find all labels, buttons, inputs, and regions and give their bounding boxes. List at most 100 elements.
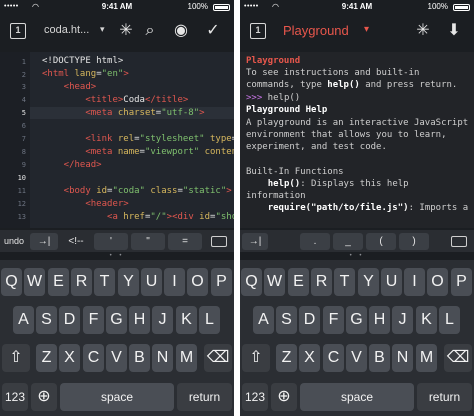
key-g[interactable]: G bbox=[106, 306, 127, 334]
key-o[interactable]: O bbox=[187, 268, 208, 296]
chevron-down-icon[interactable]: ▾ bbox=[364, 24, 369, 35]
key-u[interactable]: U bbox=[141, 268, 162, 296]
line-number: 3 bbox=[21, 83, 26, 91]
key-j[interactable]: J bbox=[152, 306, 173, 334]
key-z[interactable]: Z bbox=[276, 344, 297, 372]
key-f[interactable]: F bbox=[323, 306, 344, 334]
paren-close-key[interactable]: ) bbox=[399, 233, 429, 250]
key-c[interactable]: C bbox=[323, 344, 344, 372]
key-z[interactable]: Z bbox=[36, 344, 57, 372]
single-quote-key[interactable]: ' bbox=[94, 233, 128, 250]
underscore-key[interactable]: _ bbox=[333, 233, 363, 250]
return-key[interactable]: return bbox=[177, 383, 232, 411]
key-w[interactable]: W bbox=[264, 268, 285, 296]
key-y[interactable]: Y bbox=[118, 268, 139, 296]
key-o[interactable]: O bbox=[427, 268, 448, 296]
key-n[interactable]: N bbox=[152, 344, 173, 372]
key-d[interactable]: D bbox=[299, 306, 320, 334]
console-line: >>> help() bbox=[246, 93, 301, 103]
indent-button[interactable]: →| bbox=[242, 233, 268, 250]
eye-icon[interactable]: ◉ bbox=[170, 21, 192, 41]
key-x[interactable]: X bbox=[299, 344, 320, 372]
key-r[interactable]: R bbox=[311, 268, 332, 296]
double-quote-key[interactable]: " bbox=[131, 233, 165, 250]
undo-button[interactable]: undo bbox=[2, 233, 26, 250]
chevron-down-icon[interactable]: ▾ bbox=[100, 24, 105, 35]
key-d[interactable]: D bbox=[59, 306, 80, 334]
backspace-key[interactable]: ⌫ bbox=[204, 344, 232, 372]
key-a[interactable]: A bbox=[253, 306, 274, 334]
code-editor[interactable]: 1 2 3 4 5 6 7 8 9 10 11 12 13 <!DOCTYPE … bbox=[0, 52, 234, 228]
checkmark-icon[interactable]: ✓ bbox=[203, 21, 223, 41]
key-w[interactable]: W bbox=[24, 268, 45, 296]
key-b[interactable]: B bbox=[369, 344, 390, 372]
battery-icon bbox=[453, 4, 470, 11]
globe-icon[interactable]: ⊕ bbox=[271, 383, 297, 411]
key-p[interactable]: P bbox=[211, 268, 232, 296]
key-k[interactable]: K bbox=[416, 306, 437, 334]
playground-console[interactable]: Playground To see instructions and built… bbox=[240, 52, 474, 228]
numbers-key[interactable]: 123 bbox=[2, 383, 28, 411]
key-l[interactable]: L bbox=[439, 306, 460, 334]
space-key[interactable]: space bbox=[60, 383, 174, 411]
dot-key[interactable]: . bbox=[300, 233, 330, 250]
backspace-key[interactable]: ⌫ bbox=[444, 344, 472, 372]
paren-open-key[interactable]: ( bbox=[366, 233, 396, 250]
key-f[interactable]: F bbox=[83, 306, 104, 334]
space-key[interactable]: space bbox=[300, 383, 414, 411]
shift-key[interactable]: ⇧ bbox=[2, 344, 30, 372]
key-g[interactable]: G bbox=[346, 306, 367, 334]
key-u[interactable]: U bbox=[381, 268, 402, 296]
keyboard-icon bbox=[451, 235, 467, 247]
file-title[interactable]: coda.ht... bbox=[44, 24, 89, 36]
equals-key[interactable]: = bbox=[168, 233, 202, 250]
key-y[interactable]: Y bbox=[358, 268, 379, 296]
page-indicator: • • bbox=[109, 253, 125, 259]
key-s[interactable]: S bbox=[36, 306, 57, 334]
key-e[interactable]: E bbox=[48, 268, 69, 296]
key-v[interactable]: V bbox=[346, 344, 367, 372]
key-h[interactable]: H bbox=[369, 306, 390, 334]
key-h[interactable]: H bbox=[129, 306, 150, 334]
documents-icon[interactable]: 1 bbox=[10, 23, 26, 39]
comment-button[interactable]: <!-- bbox=[62, 233, 90, 250]
battery-icon bbox=[213, 4, 230, 11]
shift-key[interactable]: ⇧ bbox=[242, 344, 270, 372]
key-q[interactable]: Q bbox=[1, 268, 22, 296]
battery-percent: 100% bbox=[187, 2, 208, 11]
numbers-key[interactable]: 123 bbox=[242, 383, 268, 411]
key-t[interactable]: T bbox=[334, 268, 355, 296]
code-line: <title>Coda</title> bbox=[42, 95, 189, 105]
key-a[interactable]: A bbox=[13, 306, 34, 334]
keyboard-hide-button[interactable] bbox=[448, 233, 470, 250]
key-x[interactable]: X bbox=[59, 344, 80, 372]
key-e[interactable]: E bbox=[288, 268, 309, 296]
key-j[interactable]: J bbox=[392, 306, 413, 334]
key-n[interactable]: N bbox=[392, 344, 413, 372]
globe-icon[interactable]: ⊕ bbox=[31, 383, 57, 411]
sparkle-icon[interactable]: ✳ bbox=[116, 21, 136, 41]
sparkle-icon[interactable]: ✳ bbox=[413, 21, 433, 41]
key-b[interactable]: B bbox=[129, 344, 150, 372]
indent-button[interactable]: →| bbox=[30, 233, 58, 250]
playground-title[interactable]: Playground bbox=[283, 23, 349, 38]
download-icon[interactable]: ⬇ bbox=[444, 21, 464, 41]
key-i[interactable]: I bbox=[164, 268, 185, 296]
key-q[interactable]: Q bbox=[241, 268, 262, 296]
key-t[interactable]: T bbox=[94, 268, 115, 296]
keyboard-hide-button[interactable] bbox=[208, 233, 230, 250]
key-m[interactable]: M bbox=[176, 344, 197, 372]
key-s[interactable]: S bbox=[276, 306, 297, 334]
key-v[interactable]: V bbox=[106, 344, 127, 372]
line-number: 10 bbox=[17, 174, 26, 182]
key-k[interactable]: K bbox=[176, 306, 197, 334]
key-c[interactable]: C bbox=[83, 344, 104, 372]
key-l[interactable]: L bbox=[199, 306, 220, 334]
key-r[interactable]: R bbox=[71, 268, 92, 296]
return-key[interactable]: return bbox=[417, 383, 472, 411]
key-p[interactable]: P bbox=[451, 268, 472, 296]
search-icon[interactable]: ⌕ bbox=[140, 21, 160, 41]
key-m[interactable]: M bbox=[416, 344, 437, 372]
key-i[interactable]: I bbox=[404, 268, 425, 296]
documents-icon[interactable]: 1 bbox=[250, 23, 266, 39]
